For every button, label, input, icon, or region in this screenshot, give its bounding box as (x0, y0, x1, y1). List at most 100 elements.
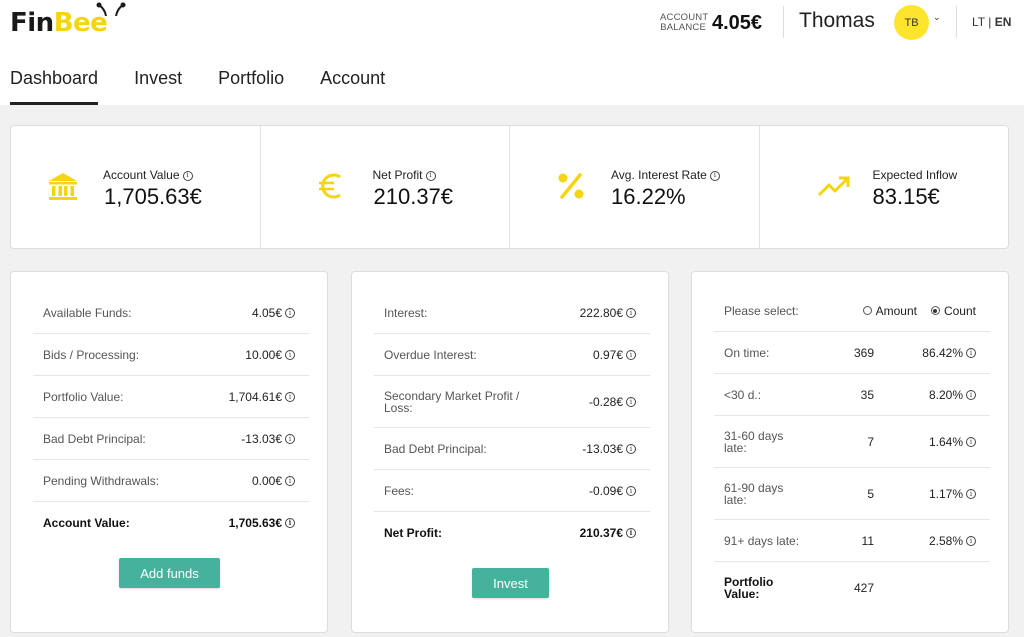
radio-button-selected[interactable] (930, 306, 940, 315)
invest-button[interactable]: Invest (472, 568, 549, 598)
row-percent: 8.20% (928, 387, 963, 402)
header-divider (956, 6, 957, 38)
add-funds-button[interactable]: Add funds (119, 558, 220, 588)
stat-value: 1,705.63€ (104, 184, 202, 209)
table-row: Portfolio Value: 1,704.61€ i (33, 376, 309, 418)
table-row: 61-90 days late: 5 1.17% i (714, 468, 990, 520)
tab-portfolio[interactable]: Portfolio (218, 68, 284, 105)
tab-dashboard[interactable]: Dashboard (10, 68, 99, 105)
stat-label: Avg. Interest Rate (611, 168, 707, 182)
info-icon[interactable]: i (626, 397, 636, 407)
top-header: FinBee ACCOUNT BALANCE 4.05€ Thomas TB ⌄… (0, 0, 1024, 105)
table-row: 91+ days late: 11 2.58% i (714, 520, 990, 562)
stat-value: 210.37€ (373, 184, 454, 209)
info-icon[interactable]: i (966, 536, 976, 546)
bank-icon (49, 173, 77, 200)
row-count: 369 (853, 345, 874, 360)
stat-expected-inflow: Expected Inflow 83.15€ (760, 126, 1009, 248)
row-value: -13.03€ (582, 441, 623, 456)
row-value: 210.37€ (579, 526, 623, 540)
logo-text-fin: Fin (10, 8, 54, 38)
info-icon[interactable]: i (709, 170, 720, 181)
row-percent: 86.42% (922, 345, 963, 360)
table-row-total: Net Profit: 210.37€ i (374, 512, 650, 554)
tab-account[interactable]: Account (320, 68, 385, 105)
lang-en[interactable]: EN (995, 15, 1012, 29)
row-percent: 1.64% (928, 434, 963, 449)
row-value: -13.03€ (241, 431, 282, 446)
stat-label: Account Value (103, 168, 180, 182)
info-icon[interactable]: i (285, 308, 295, 318)
row-label: 91+ days late: (724, 533, 800, 548)
row-label: Overdue Interest: (384, 347, 477, 362)
row-value: 1,705.63€ (228, 516, 282, 530)
finbee-logo[interactable]: FinBee (10, 2, 130, 46)
radio-amount[interactable]: Amount (862, 303, 917, 318)
table-row: Available Funds: 4.05€ i (33, 292, 309, 334)
lang-lt[interactable]: LT (972, 15, 985, 29)
row-label: Available Funds: (43, 305, 132, 320)
row-value: -0.09€ (588, 483, 623, 498)
stat-account-value: Account Value i 1,705.63€ (11, 126, 261, 248)
row-label: <30 d.: (724, 387, 762, 402)
table-row: <30 d.: 35 8.20% i (714, 374, 990, 416)
avatar[interactable]: TB (894, 5, 929, 40)
info-icon[interactable]: i (966, 437, 976, 447)
header-divider (783, 6, 784, 38)
profit-breakdown-panel: Interest: 222.80€ i Overdue Interest: 0.9… (351, 271, 669, 633)
radio-button[interactable] (862, 306, 872, 315)
display-mode-radios: Amount Count (862, 303, 976, 318)
stat-value: 83.15€ (872, 184, 940, 209)
row-label: Account Value: (43, 516, 130, 530)
select-row: Please select: Amount Count (714, 290, 990, 332)
info-icon[interactable]: i (285, 350, 295, 360)
table-row-total: Portfolio Value: 427 (714, 562, 990, 614)
row-count: 7 (867, 434, 874, 449)
row-value: 4.05€ (251, 305, 282, 320)
info-icon[interactable]: i (285, 517, 295, 528)
info-icon[interactable]: i (425, 170, 436, 181)
lang-separator: | (984, 15, 995, 29)
row-label: Fees: (384, 483, 415, 498)
info-icon[interactable]: i (626, 486, 636, 496)
row-value: -0.28€ (588, 394, 623, 409)
info-icon[interactable]: i (626, 444, 636, 454)
table-row: Secondary Market Profit / Loss: -0.28€ i (374, 376, 650, 428)
account-balance: ACCOUNT BALANCE 4.05€ (660, 10, 762, 36)
row-label: Pending Withdrawals: (43, 473, 160, 488)
bee-antenna-icon (96, 2, 126, 16)
row-label: 61-90 days late: (724, 480, 784, 507)
stat-net-profit: Net Profit i 210.37€ (261, 126, 510, 248)
info-icon[interactable]: i (626, 308, 636, 318)
tab-invest[interactable]: Invest (134, 68, 182, 105)
chevron-down-icon[interactable]: ⌄ (933, 12, 941, 23)
row-label: On time: (724, 345, 770, 360)
row-value: 0.00€ (251, 473, 282, 488)
row-value: 1,704.61€ (228, 389, 282, 404)
row-label: Portfolio Value: (43, 389, 124, 404)
info-icon[interactable]: i (285, 392, 295, 402)
summary-stats: Account Value i 1,705.63€ Net Profit i 210… (10, 125, 1009, 249)
radio-label: Amount (875, 303, 917, 318)
info-icon[interactable]: i (182, 170, 193, 181)
info-icon[interactable]: i (626, 350, 636, 360)
info-icon[interactable]: i (966, 489, 976, 499)
info-icon[interactable]: i (966, 390, 976, 400)
row-count: 427 (853, 581, 874, 595)
radio-count[interactable]: Count (930, 304, 976, 318)
table-row: Bids / Processing: 10.00€ i (33, 334, 309, 376)
info-icon[interactable]: i (285, 434, 295, 444)
account-breakdown-panel: Available Funds: 4.05€ i Bids / Processin… (10, 271, 328, 633)
trend-up-icon (817, 176, 849, 197)
info-icon[interactable]: i (966, 348, 976, 358)
stat-value: 16.22% (611, 184, 686, 209)
row-count: 11 (861, 533, 874, 548)
info-icon[interactable]: i (626, 527, 636, 538)
table-row: Pending Withdrawals: 0.00€ i (33, 460, 309, 502)
table-row: Fees: -0.09€ i (374, 470, 650, 512)
stat-label: Expected Inflow (872, 168, 958, 182)
language-switcher: LT | EN (972, 15, 1011, 29)
table-row: Overdue Interest: 0.97€ i (374, 334, 650, 376)
info-icon[interactable]: i (285, 476, 295, 486)
user-name[interactable]: Thomas (799, 9, 875, 33)
